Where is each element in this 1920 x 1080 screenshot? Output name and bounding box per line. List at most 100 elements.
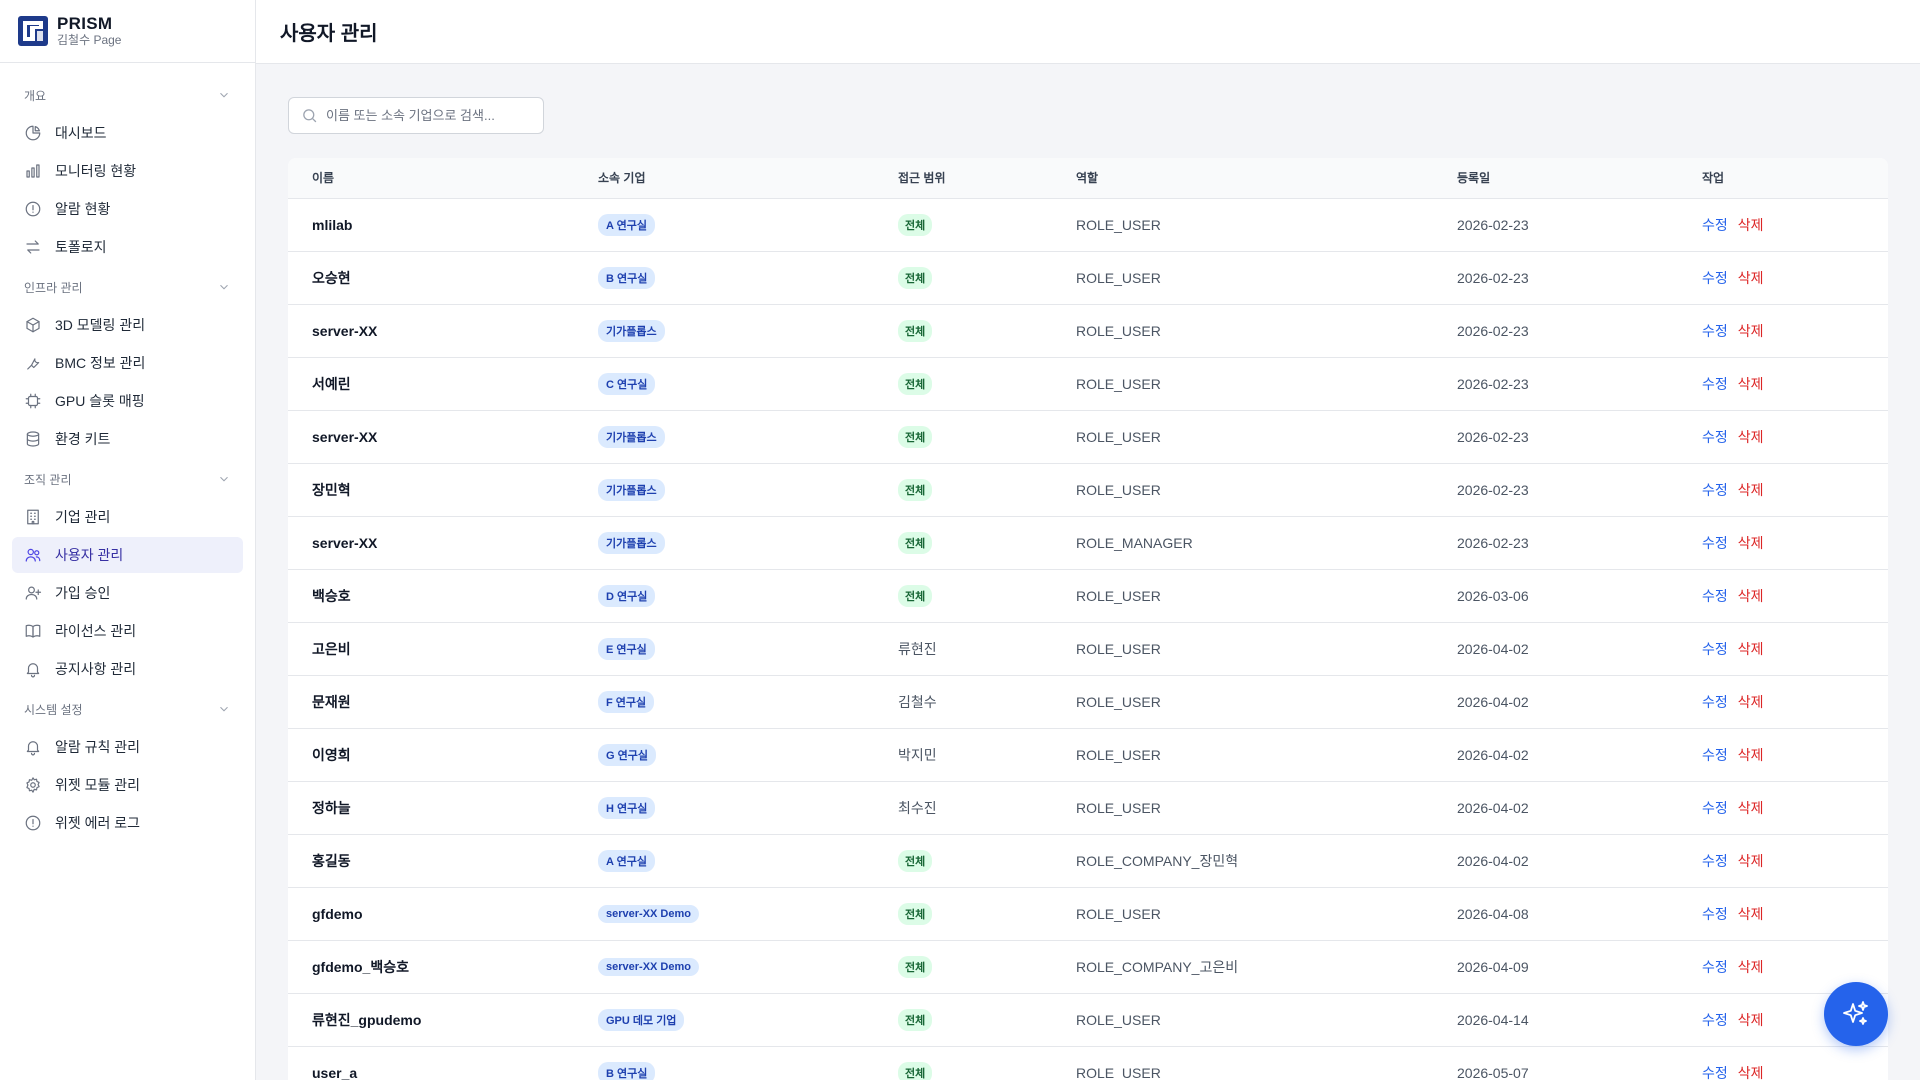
cell-date: 2026-02-23 — [1457, 216, 1529, 233]
cell-role: ROLE_USER — [1076, 640, 1161, 657]
sidebar-item-label: BMC 정보 관리 — [55, 355, 146, 371]
search-box[interactable] — [288, 97, 544, 134]
scope-badge: 전체 — [898, 902, 933, 925]
edit-button[interactable]: 수정 — [1702, 323, 1728, 339]
cell-date: 2026-04-02 — [1457, 693, 1529, 710]
sidebar-item-label: 공지사항 관리 — [55, 661, 137, 677]
edit-button[interactable]: 수정 — [1702, 588, 1728, 604]
delete-button[interactable]: 삭제 — [1738, 906, 1764, 922]
table-row: server-XX 기가플롭스 전체 ROLE_USER 2026-02-23 수정 삭제 — [288, 410, 1888, 463]
book-icon — [24, 622, 42, 640]
delete-button[interactable]: 삭제 — [1738, 853, 1764, 869]
delete-button[interactable]: 삭제 — [1738, 1012, 1764, 1028]
sidebar-item[interactable]: 모니터링 현황 — [12, 153, 243, 189]
cell-name: server-XX — [312, 322, 378, 339]
edit-button[interactable]: 수정 — [1702, 1065, 1728, 1080]
delete-button[interactable]: 삭제 — [1738, 800, 1764, 816]
sidebar-item[interactable]: 기업 관리 — [12, 499, 243, 535]
delete-button[interactable]: 삭제 — [1738, 323, 1764, 339]
table-row: mlilab A 연구실 전체 ROLE_USER 2026-02-23 수정 삭제 — [288, 198, 1888, 251]
company-badge: A 연구실 — [598, 213, 655, 236]
cell-date: 2026-04-09 — [1457, 958, 1529, 975]
col-header-company[interactable]: 소속 기업 — [574, 158, 874, 198]
prism-logo-icon — [18, 16, 48, 46]
cell-name: server-XX — [312, 534, 378, 551]
delete-button[interactable]: 삭제 — [1738, 959, 1764, 975]
sidebar-item[interactable]: 대시보드 — [12, 115, 243, 151]
edit-button[interactable]: 수정 — [1702, 906, 1728, 922]
sidebar-item[interactable]: 위젯 모듈 관리 — [12, 767, 243, 803]
edit-button[interactable]: 수정 — [1702, 482, 1728, 498]
delete-button[interactable]: 삭제 — [1738, 217, 1764, 233]
cell-name: gfdemo — [312, 905, 363, 922]
sidebar-item[interactable]: 위젯 에러 로그 — [12, 805, 243, 841]
sidebar-item[interactable]: BMC 정보 관리 — [12, 345, 243, 381]
col-header-scope[interactable]: 접근 범위 — [874, 158, 1052, 198]
chevron-down-icon — [220, 92, 228, 98]
edit-button[interactable]: 수정 — [1702, 429, 1728, 445]
sidebar-item[interactable]: 알람 현황 — [12, 191, 243, 227]
cell-name: 류현진_gpudemo — [312, 1011, 422, 1028]
sidebar-item[interactable]: 가입 승인 — [12, 575, 243, 611]
scope-badge: 전체 — [898, 478, 933, 501]
sidebar-item[interactable]: 사용자 관리 — [12, 537, 243, 573]
delete-button[interactable]: 삭제 — [1738, 747, 1764, 763]
wrench-icon — [24, 354, 42, 372]
delete-button[interactable]: 삭제 — [1738, 694, 1764, 710]
sidebar-item[interactable]: 3D 모델링 관리 — [12, 307, 243, 343]
edit-button[interactable]: 수정 — [1702, 853, 1728, 869]
edit-button[interactable]: 수정 — [1702, 376, 1728, 392]
edit-button[interactable]: 수정 — [1702, 747, 1728, 763]
cell-role: ROLE_USER — [1076, 481, 1161, 498]
brand-subtitle: 김철수 Page — [57, 33, 122, 47]
delete-button[interactable]: 삭제 — [1738, 535, 1764, 551]
delete-button[interactable]: 삭제 — [1738, 482, 1764, 498]
cell-date: 2026-02-23 — [1457, 269, 1529, 286]
sidebar-item[interactable]: 환경 키트 — [12, 421, 243, 457]
col-header-name[interactable]: 이름 — [288, 158, 574, 198]
delete-button[interactable]: 삭제 — [1738, 588, 1764, 604]
delete-button[interactable]: 삭제 — [1738, 429, 1764, 445]
sparkles-icon — [1843, 1001, 1868, 1025]
company-badge: GPU 데모 기업 — [598, 1008, 685, 1031]
company-badge: 기가플롭스 — [598, 425, 665, 448]
sidebar-section-header[interactable]: 시스템 설정 — [12, 691, 243, 727]
sidebar-item[interactable]: 알람 규칙 관리 — [12, 729, 243, 765]
delete-button[interactable]: 삭제 — [1738, 641, 1764, 657]
delete-button[interactable]: 삭제 — [1738, 270, 1764, 286]
sidebar-item[interactable]: 공지사항 관리 — [12, 651, 243, 687]
edit-button[interactable]: 수정 — [1702, 800, 1728, 816]
scope-badge: 전체 — [898, 425, 933, 448]
edit-button[interactable]: 수정 — [1702, 535, 1728, 551]
bar-chart-icon — [24, 162, 42, 180]
edit-button[interactable]: 수정 — [1702, 217, 1728, 233]
sidebar-section-header[interactable]: 조직 관리 — [12, 461, 243, 497]
sidebar-section-header[interactable]: 인프라 관리 — [12, 269, 243, 305]
cell-company: G 연구실 — [574, 728, 874, 781]
sidebar-item[interactable]: 라이선스 관리 — [12, 613, 243, 649]
delete-button[interactable]: 삭제 — [1738, 376, 1764, 392]
search-input[interactable] — [326, 108, 526, 123]
col-header-actions: 작업 — [1702, 171, 1725, 186]
cell-scope: 전체 — [874, 887, 1052, 940]
table-header-row: 이름 소속 기업 접근 범위 역할 등록일 작업 — [288, 158, 1888, 198]
col-header-role[interactable]: 역할 — [1052, 158, 1433, 198]
cell-actions: 수정 삭제 — [1678, 410, 1888, 463]
sidebar-item-label: 가입 승인 — [55, 585, 111, 601]
sidebar-item[interactable]: 토폴로지 — [12, 229, 243, 265]
ai-assistant-button[interactable] — [1824, 982, 1888, 1046]
edit-button[interactable]: 수정 — [1702, 641, 1728, 657]
brand[interactable]: PRISM 김철수 Page — [0, 0, 255, 63]
sidebar: PRISM 김철수 Page 개요 대시보드 모니터링 현황 알람 현황 토폴로지인프라… — [0, 0, 256, 1080]
edit-button[interactable]: 수정 — [1702, 959, 1728, 975]
edit-button[interactable]: 수정 — [1702, 694, 1728, 710]
building-icon — [24, 508, 42, 526]
sidebar-section-header[interactable]: 개요 — [12, 77, 243, 113]
col-header-date[interactable]: 등록일 — [1433, 158, 1678, 198]
cell-scope: 최수진 — [898, 799, 937, 816]
cell-scope: 박지민 — [898, 746, 937, 763]
edit-button[interactable]: 수정 — [1702, 1012, 1728, 1028]
sidebar-item[interactable]: GPU 슬롯 매핑 — [12, 383, 243, 419]
edit-button[interactable]: 수정 — [1702, 270, 1728, 286]
delete-button[interactable]: 삭제 — [1738, 1065, 1764, 1080]
